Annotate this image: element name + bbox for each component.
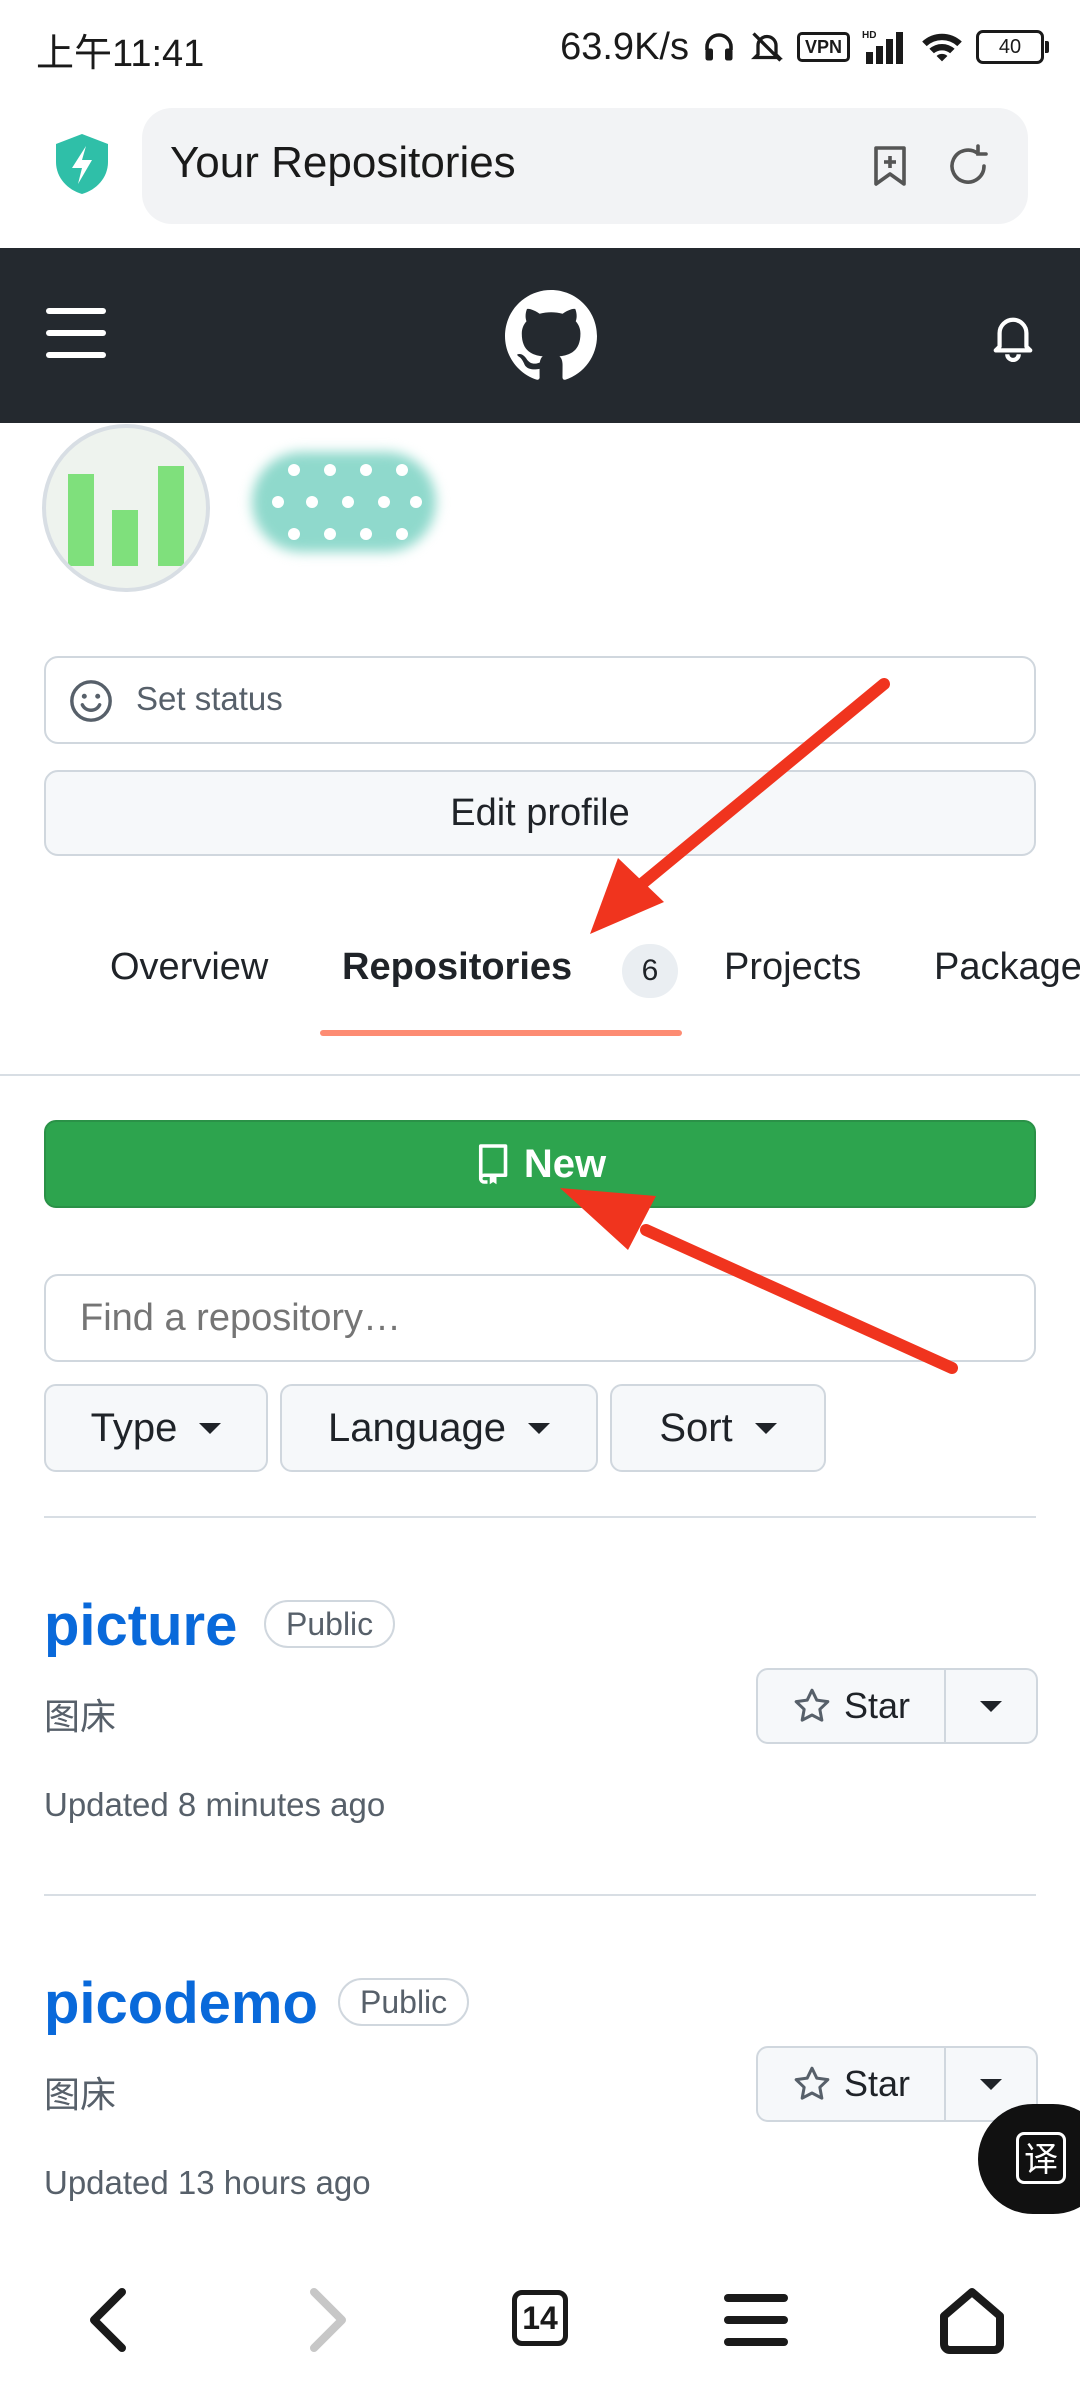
repo-updated-time: Updated 13 hours ago [44,2164,371,2201]
tabs-count-button[interactable]: 14 [512,2290,568,2346]
hd-text: HD [862,30,876,41]
sort-filter-button[interactable]: Sort [610,1384,826,1472]
headphones-icon [705,33,733,61]
address-bar[interactable]: Your Repositories [142,108,1028,224]
tab-overview[interactable]: Overview [110,946,268,989]
visibility-badge: Public [264,1600,396,1648]
repo-link-picture[interactable]: picture [44,1592,237,1659]
browser-bottom-nav: 14 [0,2240,1080,2400]
caret-down-icon [980,2078,1002,2090]
battery-icon: 40 [976,30,1049,64]
star-icon [794,1688,830,1722]
redaction-dots [272,464,422,540]
translate-floating-button[interactable]: 译 [978,2104,1080,2214]
tab-repositories[interactable]: Repositories 6 [342,944,678,998]
avatar[interactable] [42,424,210,592]
find-repository-input[interactable] [44,1274,1036,1362]
github-logo-icon[interactable] [505,290,597,382]
status-time: 上午11:41 [36,33,205,75]
new-repository-button[interactable]: New [44,1120,1036,1208]
sort-filter-label: Sort [659,1405,733,1450]
menu-icon[interactable] [46,308,106,358]
repo-icon [478,1144,508,1185]
refresh-icon[interactable] [944,142,992,190]
star-label: Star [843,2063,911,2104]
active-tab-indicator [320,1030,682,1036]
menu-lines-icon[interactable] [716,2280,796,2360]
language-filter-label: Language [328,1405,506,1450]
vpn-badge: VPN [796,32,850,62]
tab-projects[interactable]: Projects [724,946,861,989]
translate-icon: 译 [1016,2132,1066,2184]
network-speed: 63.9K/s [560,25,689,68]
type-filter-label: Type [90,1405,178,1450]
language-filter-button[interactable]: Language [280,1384,598,1472]
tab-packages[interactable]: Package [934,946,1080,989]
shield-icon[interactable] [52,132,112,196]
smiley-icon [70,680,112,722]
back-icon[interactable] [70,2280,150,2360]
status-icons: 63.9K/s VPN HD 40 [560,22,1049,72]
caret-down-icon [980,1700,1002,1712]
caret-down-icon [199,1422,222,1434]
star-icon [794,2066,830,2100]
browser-bar: Your Repositories [0,96,1080,248]
set-status-button[interactable]: Set status [44,656,1036,744]
edit-profile-button[interactable]: Edit profile [44,770,1036,856]
status-bar: 上午11:41 63.9K/s VPN HD 40 [0,0,1080,96]
visibility-badge: Public [338,1978,470,2026]
caret-down-icon [754,1422,777,1434]
wifi-icon [922,33,962,62]
tab-repositories-label: Repositories [342,946,573,988]
star-button[interactable]: Star [758,2048,946,2120]
caret-down-icon [527,1422,550,1434]
github-header [0,248,1080,423]
tabs-divider [0,1074,1080,1076]
signal-icon: HD [862,30,903,64]
mute-bell-icon [751,32,783,62]
add-bookmark-icon[interactable] [866,142,914,190]
forward-icon[interactable] [286,2280,366,2360]
divider [44,1894,1036,1896]
page-title: Your Repositories [170,138,516,187]
divider [44,1516,1036,1518]
star-button-group: Star [756,1668,1038,1744]
set-status-label: Set status [136,680,283,717]
repo-description: 图床 [44,1696,117,1737]
star-list-dropdown[interactable] [946,1670,1036,1742]
home-icon[interactable] [932,2280,1012,2360]
star-label: Star [843,1685,911,1726]
star-button-group: Star [756,2046,1038,2122]
repo-description: 图床 [44,2074,117,2115]
repo-link-picodemo[interactable]: picodemo [44,1970,318,2037]
star-button[interactable]: Star [758,1670,946,1742]
notification-bell-icon[interactable] [990,312,1036,362]
repo-updated-time: Updated 8 minutes ago [44,1786,386,1823]
repositories-count-badge: 6 [622,944,678,998]
new-button-label: New [523,1141,607,1186]
type-filter-button[interactable]: Type [44,1384,268,1472]
